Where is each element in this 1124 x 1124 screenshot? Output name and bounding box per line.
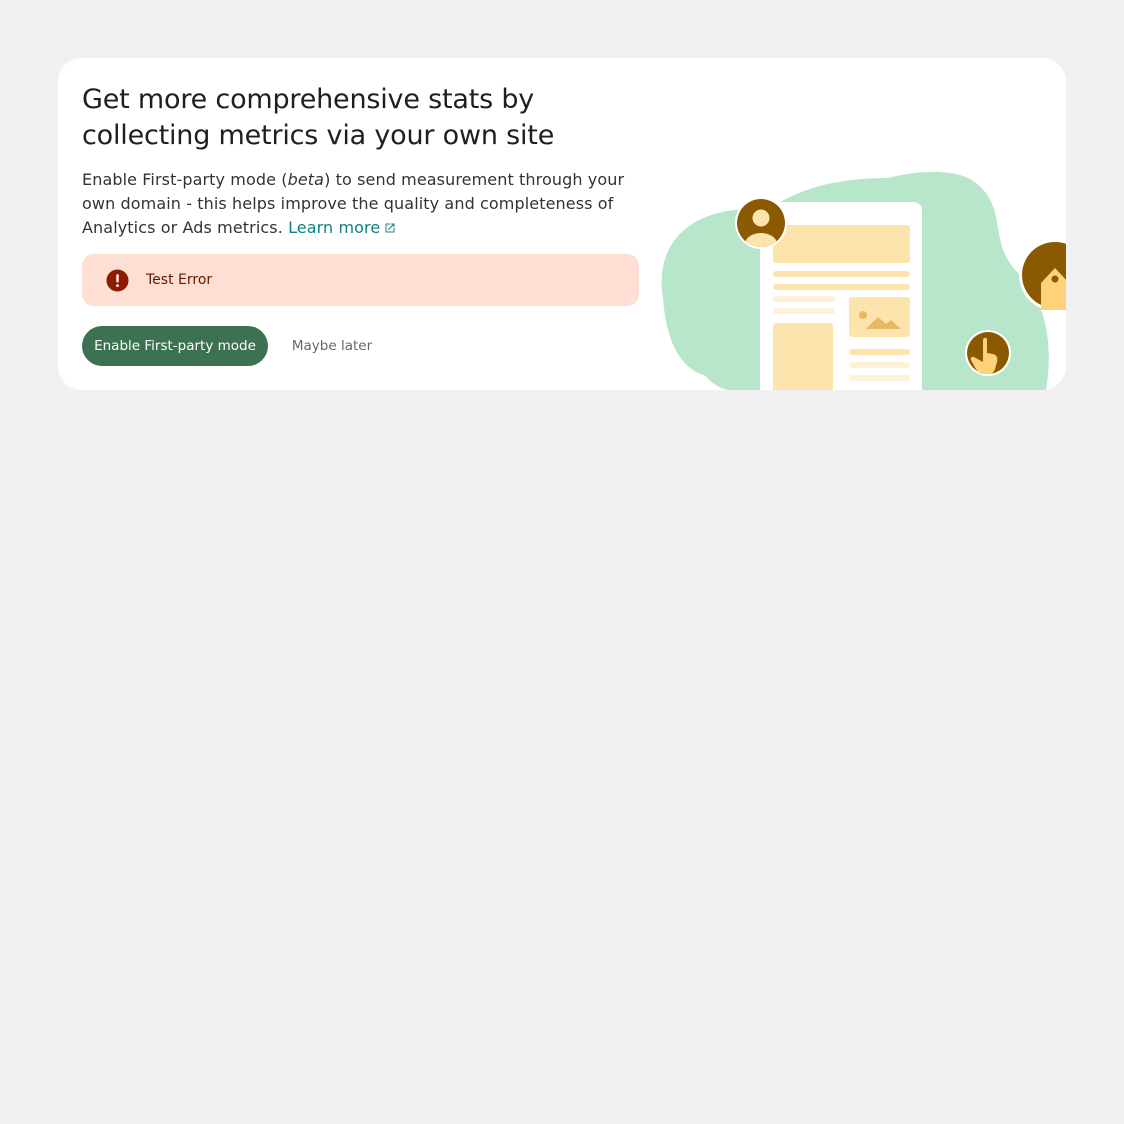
first-party-mode-illustration	[661, 171, 1066, 390]
first-party-mode-banner: Get more comprehensive stats by collecti…	[58, 58, 1066, 390]
banner-title: Get more comprehensive stats by collecti…	[82, 84, 555, 151]
webpage-line	[849, 375, 910, 381]
enable-first-party-mode-button[interactable]: Enable First-party mode	[82, 326, 268, 366]
pointer-hand-icon	[965, 330, 1011, 376]
error-message: Test Error	[146, 272, 213, 288]
description-part1: Enable First-party mode (	[82, 170, 288, 189]
webpage-line	[773, 308, 835, 314]
webpage-line	[849, 362, 910, 368]
webpage-line	[849, 349, 910, 355]
maybe-later-button[interactable]: Maybe later	[280, 326, 384, 366]
learn-more-label: Learn more	[288, 218, 381, 237]
webpage-line	[773, 271, 910, 277]
banner-description: Enable First-party mode (beta) to send m…	[82, 168, 639, 240]
error-notice: Test Error	[82, 254, 639, 306]
webpage-line	[773, 296, 835, 302]
banner-content: Get more comprehensive stats by collecti…	[82, 82, 639, 240]
error-icon	[106, 269, 129, 292]
beta-label: beta	[287, 170, 325, 189]
webpage-column-block	[773, 323, 833, 390]
webpage-header-block	[773, 225, 910, 263]
learn-more-link[interactable]: Learn more	[288, 218, 396, 237]
external-link-icon	[385, 223, 395, 233]
image-icon	[849, 297, 910, 337]
webpage-line	[773, 284, 910, 290]
